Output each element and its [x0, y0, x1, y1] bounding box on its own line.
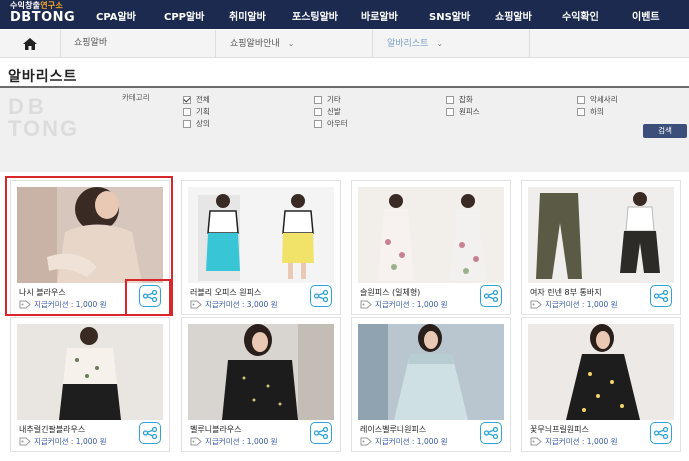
share-button[interactable]	[480, 285, 502, 307]
category-label: 카테고리	[122, 93, 150, 102]
checkbox-box[interactable]	[314, 107, 322, 116]
tag-icon	[530, 300, 542, 309]
page-title: 알바리스트	[8, 69, 78, 85]
breadcrumb: 쇼핑알바 쇼핑알바안내 ⌄ 알바리스트 ⌄	[0, 30, 689, 58]
home-icon	[23, 37, 37, 50]
checkbox-dress[interactable]: 원피스	[446, 106, 480, 117]
product-image[interactable]	[358, 324, 504, 420]
site-logo[interactable]: 수익창출연구소 DBTONG	[10, 1, 76, 25]
watermark-logo: DB TONG	[8, 94, 79, 138]
svg-text:TONG: TONG	[8, 116, 79, 138]
product-image[interactable]	[358, 187, 504, 283]
checkbox-bottoms[interactable]: 하의	[577, 106, 604, 117]
share-icon	[484, 427, 498, 439]
checkbox-box[interactable]	[183, 107, 191, 116]
product-card[interactable]: 레이스벨루니원피스 지급커미션 : 1,000 원	[351, 317, 511, 452]
nav-item-sns[interactable]: SNS알바	[429, 8, 470, 23]
product-name[interactable]: 여자 린넨 8부 통바지	[530, 287, 602, 298]
share-button[interactable]	[480, 422, 502, 444]
tag-icon	[190, 300, 202, 309]
checkbox-box[interactable]	[183, 95, 191, 104]
logo-tagline-highlight: 연구소	[40, 1, 63, 10]
checkbox-outer[interactable]: 아우터	[314, 118, 348, 129]
product-card[interactable]: 벨루니블라우스 지급커미션 : 1,000 원	[181, 317, 341, 452]
product-image[interactable]	[17, 324, 163, 420]
share-icon	[314, 427, 328, 439]
home-button[interactable]	[0, 30, 61, 57]
checkbox-goods[interactable]: 잡화	[446, 94, 473, 105]
commission-text: 지급커미션 : 1,000 원	[530, 436, 618, 447]
product-name[interactable]: 러블리 오피스 원피스	[190, 287, 261, 298]
share-button[interactable]	[650, 285, 672, 307]
checkbox-shoes[interactable]: 신발	[314, 106, 341, 117]
share-button[interactable]	[139, 422, 161, 444]
chevron-down-icon: ⌄	[436, 39, 444, 48]
nav-item-earnings[interactable]: 수익확인	[562, 8, 599, 23]
share-button[interactable]	[650, 422, 672, 444]
share-icon	[654, 427, 668, 439]
product-image[interactable]	[528, 187, 674, 283]
nav-item-baro[interactable]: 바로알바	[361, 8, 398, 23]
checkbox-box[interactable]	[314, 95, 322, 104]
nav-item-hobby[interactable]: 취미알바	[229, 8, 266, 23]
product-image[interactable]	[188, 324, 334, 420]
product-name[interactable]: 레이스벨루니원피스	[360, 424, 426, 435]
commission-text: 지급커미션 : 1,000 원	[19, 436, 107, 447]
tag-icon	[190, 437, 202, 446]
checkbox-all[interactable]: 전체	[183, 94, 210, 105]
product-name[interactable]: 벨루니블라우스	[190, 424, 242, 435]
tag-icon	[360, 437, 372, 446]
commission-text: 지급커미션 : 1,000 원	[530, 299, 618, 310]
checkbox-planned[interactable]: 기획	[183, 106, 210, 117]
checkbox-tops[interactable]: 상의	[183, 118, 210, 129]
tag-icon	[360, 300, 372, 309]
share-icon	[654, 290, 668, 302]
checkbox-box[interactable]	[183, 119, 191, 128]
product-image[interactable]	[528, 324, 674, 420]
nav-item-cpp[interactable]: CPP알바	[164, 8, 204, 23]
nav-item-posting[interactable]: 포스팅알바	[292, 8, 338, 23]
breadcrumb-shopping-guide[interactable]: 쇼핑알바안내 ⌄	[216, 30, 373, 57]
product-card[interactable]: 내추럴긴팔블라우스 지급커미션 : 1,000 원	[10, 317, 170, 452]
checkbox-box[interactable]	[446, 95, 454, 104]
share-icon	[484, 290, 498, 302]
product-card[interactable]: 슬원피스 (일체형) 지급커미션 : 1,000 원	[351, 180, 511, 315]
commission-text: 지급커미션 : 1,000 원	[190, 436, 278, 447]
tag-icon	[530, 437, 542, 446]
share-icon	[143, 427, 157, 439]
logo-tagline: 수익창출	[10, 1, 41, 10]
logo-wordmark: DBTONG	[10, 10, 76, 25]
checkbox-box[interactable]	[577, 107, 585, 116]
checkbox-etc[interactable]: 기타	[314, 94, 341, 105]
top-navigation: 수익창출연구소 DBTONG CPA알바 CPP알바 취미알바 포스팅알바 바로…	[0, 0, 689, 29]
checkbox-box[interactable]	[314, 119, 322, 128]
checkbox-box[interactable]	[446, 107, 454, 116]
breadcrumb-shopping[interactable]: 쇼핑알바	[60, 30, 216, 57]
commission-text: 지급커미션 : 3,000 원	[190, 299, 278, 310]
nav-item-event[interactable]: 이벤트	[632, 8, 660, 23]
breadcrumb-job-list[interactable]: 알바리스트 ⌄	[373, 30, 530, 57]
commission-text: 지급커미션 : 1,000 원	[360, 436, 448, 447]
category-filter: DB TONG 카테고리 전체 기획 상의 기타 신발 아우터 잡화 원피스 악…	[0, 88, 689, 172]
commission-text: 지급커미션 : 1,000 원	[360, 299, 448, 310]
product-name[interactable]: 슬원피스 (일체형)	[360, 287, 420, 298]
checkbox-box[interactable]	[577, 95, 585, 104]
product-image[interactable]	[188, 187, 334, 283]
nav-item-shopping[interactable]: 쇼핑알바	[495, 8, 532, 23]
share-button[interactable]	[310, 285, 332, 307]
product-name[interactable]: 꽃무늬프릴원피스	[530, 424, 589, 435]
search-button[interactable]: 검색	[643, 124, 687, 138]
share-button[interactable]	[310, 422, 332, 444]
product-card[interactable]: 꽃무늬프릴원피스 지급커미션 : 1,000 원	[521, 317, 681, 452]
product-name[interactable]: 내추럴긴팔블라우스	[19, 424, 85, 435]
nav-item-cpa[interactable]: CPA알바	[96, 8, 136, 23]
product-card[interactable]: 여자 린넨 8부 통바지 지급커미션 : 1,000 원	[521, 180, 681, 315]
chevron-down-icon: ⌄	[287, 39, 295, 48]
product-card[interactable]: 러블리 오피스 원피스 지급커미션 : 3,000 원	[181, 180, 341, 315]
highlight-box-share	[125, 279, 171, 316]
share-icon	[314, 290, 328, 302]
checkbox-accessories[interactable]: 악세사리	[577, 94, 618, 105]
tag-icon	[19, 437, 31, 446]
